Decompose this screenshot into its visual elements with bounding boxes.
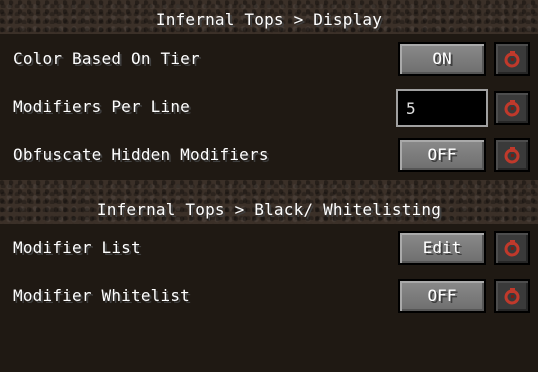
setting-label: Obfuscate Hidden Modifiers: [13, 145, 269, 164]
setting-label: Modifier Whitelist: [13, 286, 190, 305]
modifier-list-edit-button[interactable]: Edit: [398, 231, 486, 265]
reset-button[interactable]: [494, 231, 530, 265]
setting-row-obfuscate-hidden-modifiers: Obfuscate Hidden Modifiers OFF: [0, 138, 538, 178]
setting-row-modifier-whitelist: Modifier Whitelist OFF: [0, 279, 538, 319]
reset-icon: [504, 100, 520, 117]
reset-button[interactable]: [494, 279, 530, 313]
reset-icon: [504, 288, 520, 305]
section-header-display: Infernal Tops > Display: [0, 0, 538, 34]
section-panel-display: Color Based On Tier ON Modifiers Per Lin…: [0, 34, 538, 180]
modifiers-per-line-input[interactable]: [396, 89, 488, 127]
reset-button[interactable]: [494, 42, 530, 76]
section-title-black-whitelisting: Infernal Tops > Black/ Whitelisting: [96, 200, 442, 219]
modifier-whitelist-toggle[interactable]: OFF: [398, 279, 486, 313]
setting-row-color-based-on-tier: Color Based On Tier ON: [0, 42, 538, 82]
reset-button[interactable]: [494, 91, 530, 125]
setting-label: Modifier List: [13, 238, 141, 257]
setting-label: Color Based On Tier: [13, 49, 200, 68]
reset-icon: [504, 240, 520, 257]
section-title-display: Infernal Tops > Display: [155, 10, 383, 29]
reset-button[interactable]: [494, 138, 530, 172]
setting-row-modifier-list: Modifier List Edit: [0, 231, 538, 271]
section-panel-black-whitelisting: Modifier List Edit Modifier Whitelist OF…: [0, 224, 538, 372]
setting-label: Modifiers Per Line: [13, 97, 190, 116]
section-header-black-whitelisting: Infernal Tops > Black/ Whitelisting: [0, 180, 538, 224]
obfuscate-hidden-modifiers-toggle[interactable]: OFF: [398, 138, 486, 172]
color-based-on-tier-toggle[interactable]: ON: [398, 42, 486, 76]
reset-icon: [504, 51, 520, 68]
reset-icon: [504, 147, 520, 164]
setting-row-modifiers-per-line: Modifiers Per Line: [0, 89, 538, 129]
